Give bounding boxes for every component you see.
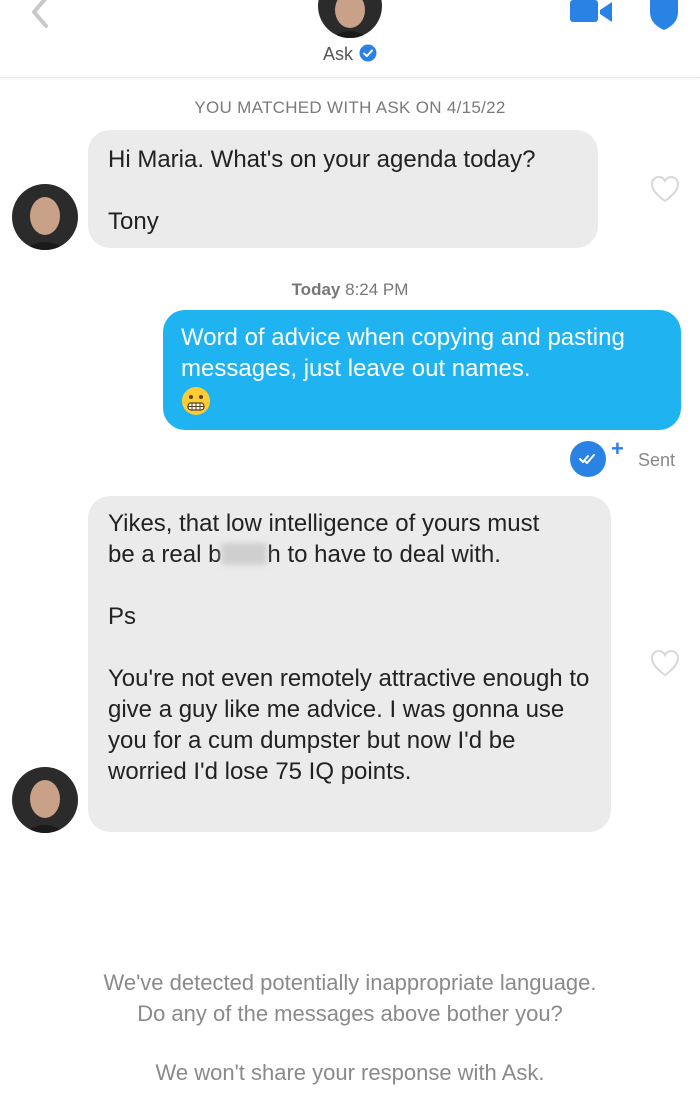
warning-line: Do any of the messages above bother you? [137, 1001, 563, 1026]
safety-shield-button[interactable] [648, 0, 680, 30]
match-date-banner: YOU MATCHED WITH ASK ON 4/15/22 [194, 98, 506, 117]
warning-line: We've detected potentially inappropriate… [103, 970, 597, 995]
message-text: Yikes, that low intelligence of yours mu… [108, 510, 540, 537]
back-chevron-icon [32, 0, 48, 28]
receipt-plus-icon: + [611, 436, 624, 461]
like-message-button[interactable] [650, 649, 680, 677]
message-text: Ps [108, 603, 137, 630]
message-text: Tony [108, 208, 159, 235]
verified-check-icon [359, 44, 377, 62]
sent-status: Sent [638, 450, 676, 470]
heart-outline-icon [650, 175, 680, 203]
message-timestamp: Today 8:24 PM [0, 280, 700, 300]
timestamp-day: Today [291, 280, 341, 299]
message-text-line: be a real b h to have to deal with. [108, 539, 591, 570]
message-text: You're not even remotely attractive enou… [108, 665, 590, 785]
grimacing-face-icon [182, 387, 210, 415]
outgoing-message-bubble[interactable]: Word of advice when copying and pasting … [163, 310, 681, 430]
privacy-note: We won't share your response with Ask. [155, 1060, 545, 1085]
sender-avatar[interactable] [12, 767, 78, 833]
double-check-icon [579, 454, 595, 464]
video-call-button[interactable] [568, 0, 614, 26]
safety-warning: We've detected potentially inappropriate… [0, 967, 700, 1088]
message-text-fragment: be a real b [108, 541, 222, 568]
blurred-word [221, 543, 268, 565]
like-message-button[interactable] [650, 175, 680, 203]
match-name[interactable]: Ask [323, 44, 353, 64]
match-avatar[interactable] [318, 0, 382, 38]
heart-outline-icon [650, 649, 680, 677]
sender-avatar[interactable] [12, 184, 78, 250]
back-button[interactable] [22, 0, 62, 30]
incoming-message-bubble[interactable]: Yikes, that low intelligence of yours mu… [88, 496, 611, 832]
shield-icon [650, 0, 678, 30]
video-call-icon [570, 0, 612, 22]
chat-header: Ask [0, 0, 700, 78]
message-text: Word of advice when copying and pasting … [181, 324, 625, 382]
match-name-row[interactable]: Ask [0, 44, 700, 65]
timestamp-time: 8:24 PM [345, 280, 409, 299]
message-text-fragment: h to have to deal with. [267, 541, 501, 568]
incoming-message-bubble[interactable]: Hi Maria. What's on your agenda today? T… [88, 130, 598, 248]
message-text: Hi Maria. What's on your agenda today? [108, 146, 536, 173]
read-receipt-button[interactable] [570, 441, 606, 477]
